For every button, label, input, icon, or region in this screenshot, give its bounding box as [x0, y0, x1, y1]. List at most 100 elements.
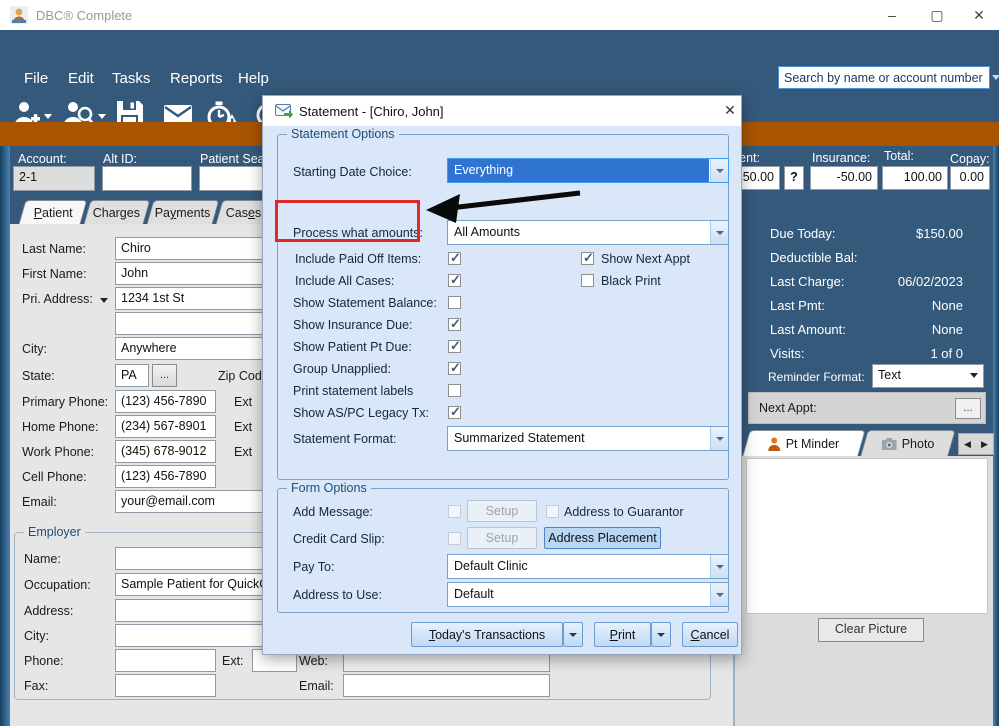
- pay-to-combo[interactable]: Default Clinic: [447, 554, 729, 579]
- statement-format-combo[interactable]: Summarized Statement: [447, 426, 729, 451]
- fax-field[interactable]: [115, 674, 216, 697]
- tab-scroll-right-icon[interactable]: ▶: [981, 439, 988, 450]
- window-left-border: [0, 146, 10, 726]
- group-unapplied-checkbox[interactable]: [448, 360, 461, 376]
- print-caret-button[interactable]: [651, 622, 671, 647]
- address-to-use-combo[interactable]: Default: [447, 582, 729, 607]
- maximize-button[interactable]: ▢: [917, 0, 957, 30]
- home-phone-label: Home Phone:: [22, 420, 99, 434]
- subtab-patient[interactable]: Patient: [18, 200, 88, 224]
- credit-card-slip-checkbox[interactable]: [448, 532, 461, 545]
- black-print-label: Black Print: [601, 274, 661, 288]
- address-to-guarantor-checkbox[interactable]: [546, 505, 559, 518]
- state-field[interactable]: PA: [115, 364, 149, 387]
- print-button[interactable]: Print: [594, 622, 651, 647]
- address-to-guarantor-label: Address to Guarantor: [564, 505, 684, 519]
- show-next-appt-label: Show Next Appt: [601, 252, 690, 266]
- next-appt-browse-button[interactable]: ...: [955, 398, 981, 419]
- employer-web-label: Web:: [299, 654, 328, 668]
- cancel-button[interactable]: Cancel: [682, 622, 738, 647]
- todays-transactions-button[interactable]: Today's Transactions: [411, 622, 563, 647]
- tab-photo[interactable]: Photo: [860, 430, 956, 456]
- employer-phone-field[interactable]: [115, 649, 216, 672]
- show-statement-balance-checkbox[interactable]: [448, 296, 461, 309]
- menu-file[interactable]: File: [24, 68, 48, 90]
- open-caret-icon[interactable]: [98, 114, 106, 119]
- print-statement-labels-checkbox[interactable]: [448, 384, 461, 397]
- credit-card-setup-button[interactable]: Setup: [467, 527, 537, 549]
- menu-reports[interactable]: Reports: [170, 68, 223, 90]
- subtab-charges[interactable]: Charges: [83, 200, 151, 224]
- menu-edit[interactable]: Edit: [68, 68, 94, 90]
- last-pmt-value: None: [931, 298, 963, 313]
- alt-id-field[interactable]: [102, 166, 192, 191]
- menu-help[interactable]: Help: [238, 68, 269, 90]
- employer-email-label: Email:: [299, 679, 334, 693]
- window-titlebar: DBC® Complete – ▢ ✕: [0, 0, 999, 30]
- alt-id-label: Alt ID:: [103, 152, 138, 166]
- add-caret-icon[interactable]: [44, 114, 52, 119]
- dialog-close-icon[interactable]: ✕: [721, 102, 739, 119]
- subtab-payments[interactable]: Payments: [146, 200, 220, 224]
- clear-picture-button[interactable]: Clear Picture: [818, 618, 924, 642]
- total-field: 100.00: [882, 166, 948, 190]
- tab-scroll-buttons[interactable]: ◀ ▶: [958, 433, 994, 455]
- search-input[interactable]: [778, 66, 990, 89]
- process-amounts-combo[interactable]: All Amounts: [447, 220, 729, 245]
- reminder-format-select[interactable]: Text: [872, 364, 984, 388]
- employer-email-field[interactable]: [343, 674, 550, 697]
- cell-phone-field[interactable]: (123) 456-7890: [115, 465, 216, 488]
- statement-format-label: Statement Format:: [293, 432, 397, 446]
- next-appt-bar: Next Appt: ...: [748, 392, 986, 424]
- account-label: Account:: [18, 152, 67, 166]
- todays-transactions-caret-button[interactable]: [563, 622, 583, 647]
- employer-city-label: City:: [24, 629, 49, 643]
- app-window: DBC® Complete – ▢ ✕ File Edit Tasks Repo…: [0, 0, 999, 726]
- add-message-checkbox[interactable]: [448, 505, 461, 518]
- pay-to-caret-icon[interactable]: [710, 555, 728, 578]
- show-insurance-due-checkbox[interactable]: [448, 316, 461, 332]
- address-placement-button[interactable]: Address Placement: [544, 527, 661, 549]
- minimize-button[interactable]: –: [872, 0, 912, 30]
- starting-date-label: Starting Date Choice:: [293, 165, 412, 179]
- photo-camera-icon: [881, 437, 897, 450]
- dialog-titlebar: Statement - [Chiro, John] ✕: [263, 96, 741, 126]
- pri-address-label: Pri. Address:: [22, 292, 93, 306]
- process-amounts-caret-icon[interactable]: [710, 221, 728, 244]
- include-paid-off-checkbox[interactable]: [448, 250, 461, 266]
- pay-to-label: Pay To:: [293, 560, 335, 574]
- show-aspc-legacy-checkbox[interactable]: [448, 404, 461, 420]
- account-field: 2-1: [13, 166, 95, 191]
- insurance-field: -50.00: [810, 166, 878, 190]
- menu-tasks[interactable]: Tasks: [112, 68, 150, 90]
- starting-date-caret-icon[interactable]: [710, 159, 728, 182]
- cell-phone-label: Cell Phone:: [22, 470, 87, 484]
- employer-address-label: Address:: [24, 604, 74, 618]
- address-to-use-caret-icon[interactable]: [710, 583, 728, 606]
- tab-pt-minder[interactable]: Pt Minder: [742, 430, 866, 456]
- black-print-checkbox[interactable]: [581, 274, 594, 287]
- first-name-label: First Name:: [22, 267, 87, 281]
- add-message-setup-button[interactable]: Setup: [467, 500, 537, 522]
- show-patient-pt-due-checkbox[interactable]: [448, 338, 461, 354]
- state-browse-button[interactable]: ...: [152, 364, 177, 387]
- close-button[interactable]: ✕: [959, 0, 999, 30]
- starting-date-combo[interactable]: Everything: [447, 158, 729, 183]
- work-phone-field[interactable]: (345) 678-9012: [115, 440, 216, 463]
- deductible-label: Deductible Bal:: [770, 250, 858, 265]
- tab-scroll-left-icon[interactable]: ◀: [964, 439, 971, 450]
- help-button[interactable]: ?: [784, 166, 804, 190]
- last-charge-value: 06/02/2023: [897, 274, 963, 289]
- home-phone-field[interactable]: (234) 567-8901: [115, 415, 216, 438]
- statement-format-caret-icon[interactable]: [710, 427, 728, 450]
- primary-ext-label: Ext: [234, 395, 253, 409]
- pri-address-caret-icon[interactable]: [100, 298, 108, 303]
- due-today-label: Due Today:: [770, 226, 836, 241]
- search-dropdown-icon[interactable]: [992, 75, 999, 80]
- include-all-cases-checkbox[interactable]: [448, 272, 461, 288]
- show-next-appt-checkbox[interactable]: [581, 250, 594, 266]
- dialog-title: Statement - [Chiro, John]: [299, 104, 444, 119]
- app-logo-icon: [10, 6, 28, 24]
- primary-phone-field[interactable]: (123) 456-7890: [115, 390, 216, 413]
- photo-box: [746, 458, 988, 614]
